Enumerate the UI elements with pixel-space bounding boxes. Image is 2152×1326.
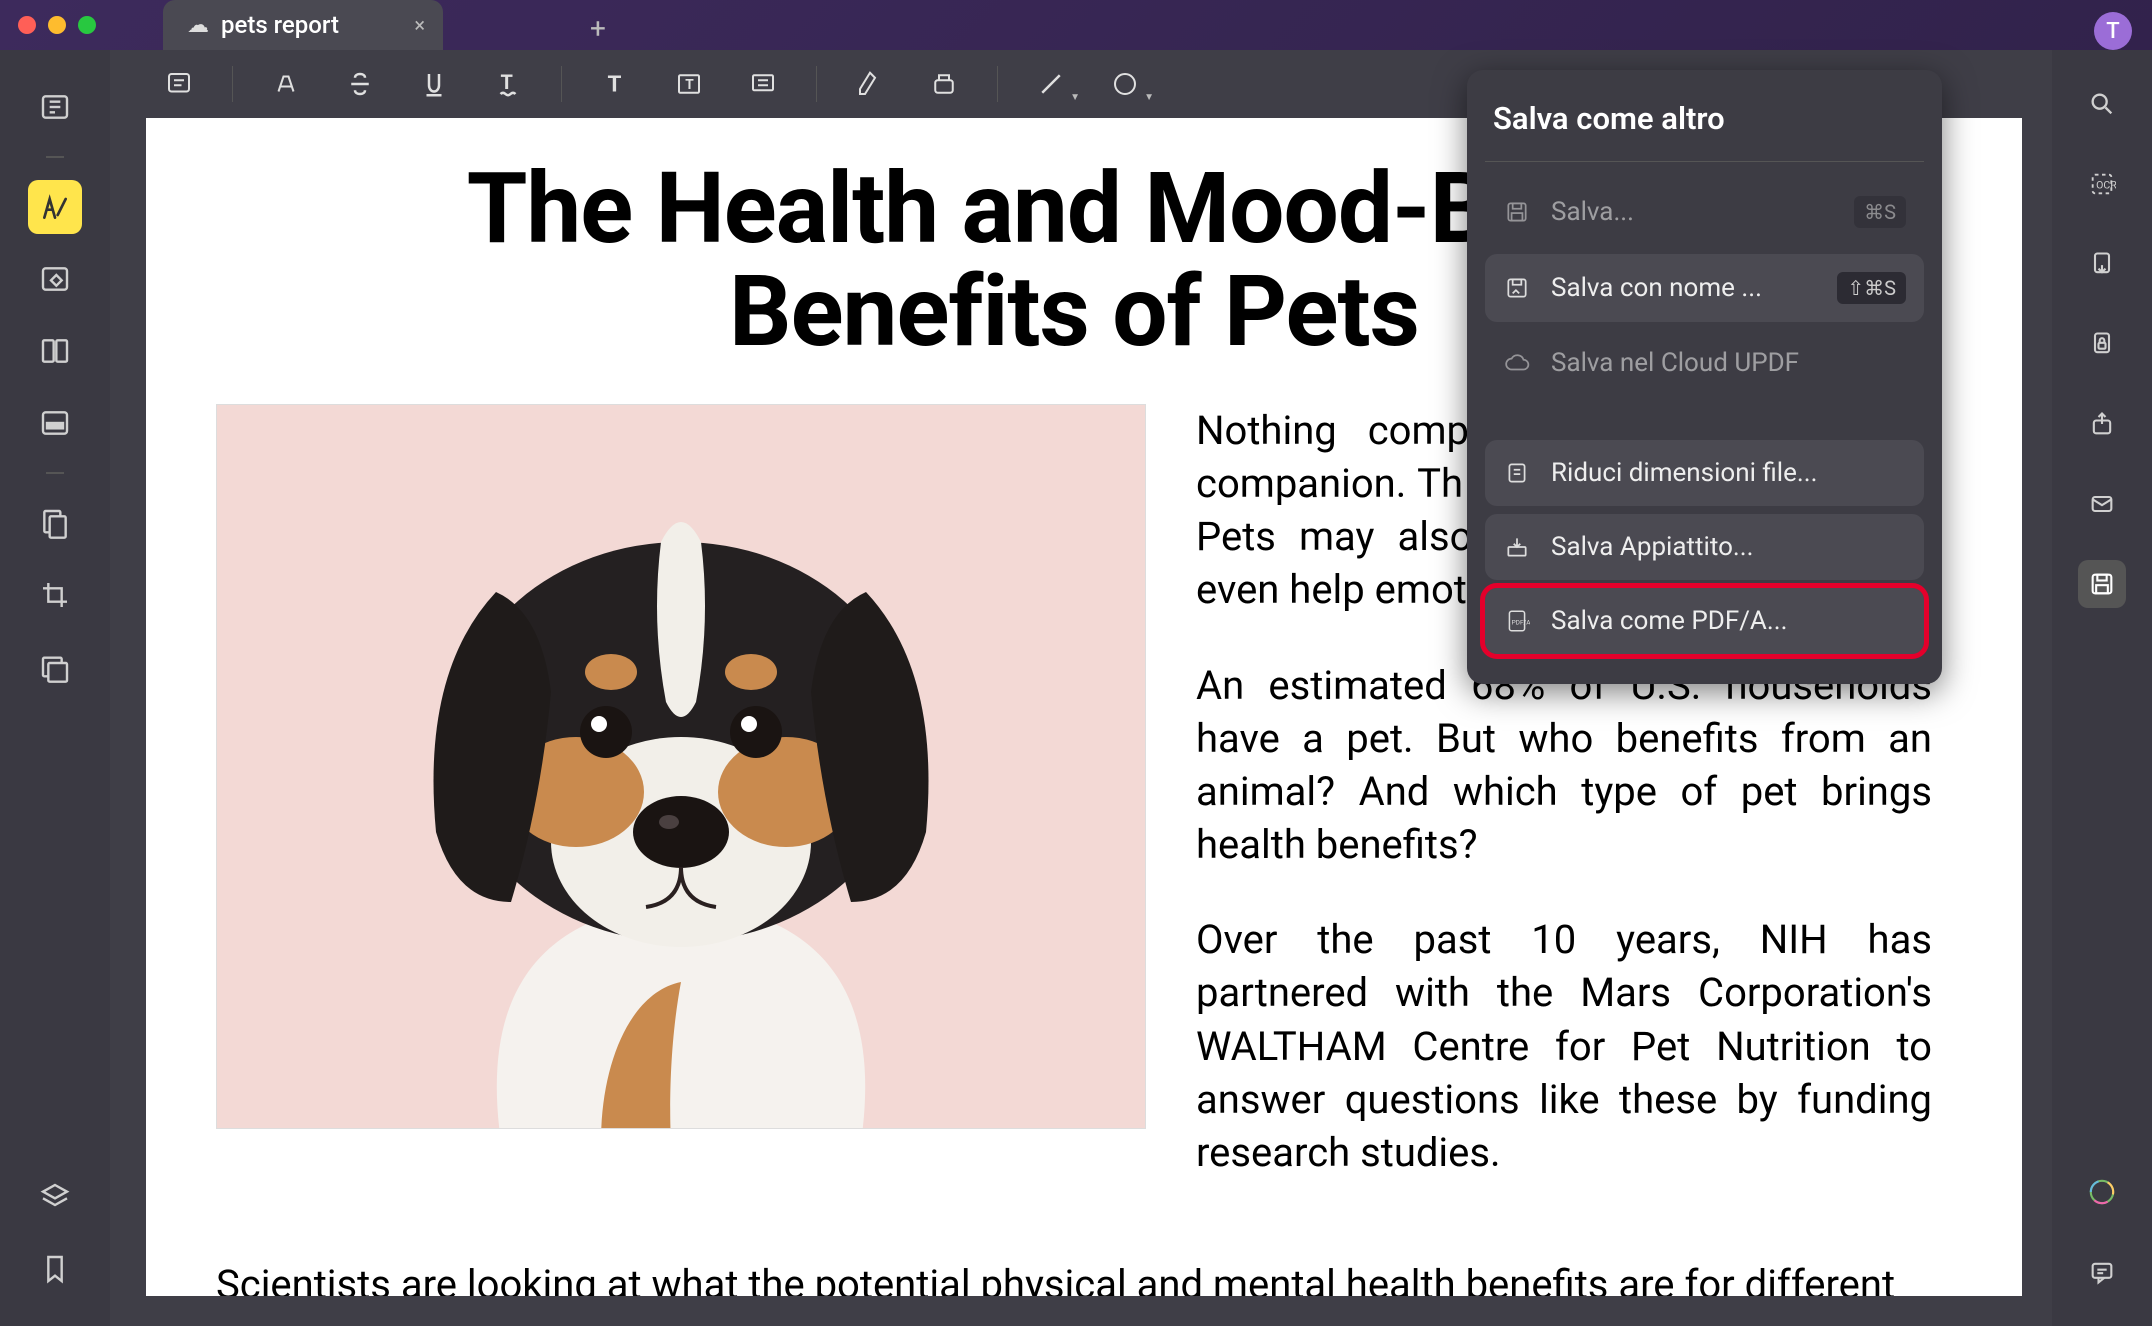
save-as-icon <box>1503 274 1531 302</box>
svg-text:PDF/A: PDF/A <box>1512 618 1530 626</box>
underline-tool-button[interactable] <box>413 63 455 105</box>
menu-item-label: Salva come PDF/A... <box>1551 606 1906 636</box>
tab-title: pets report <box>221 11 339 39</box>
cloud-icon: ☁ <box>187 13 209 38</box>
separator <box>816 66 817 102</box>
menu-item-label: Salva Appiattito... <box>1551 532 1906 562</box>
main-area: T T T ▼ <box>110 50 2052 1326</box>
title-line: Benefits of Pets <box>729 254 1419 369</box>
svg-text:T: T <box>501 70 513 94</box>
dog-illustration-icon <box>301 404 1061 1129</box>
crop-button[interactable] <box>28 568 82 622</box>
text-tool-button[interactable]: T <box>594 63 636 105</box>
close-window-button[interactable] <box>18 16 36 34</box>
close-tab-button[interactable]: × <box>414 13 425 37</box>
pdfa-icon: PDF/A <box>1503 607 1531 635</box>
separator <box>561 66 562 102</box>
reduce-file-size-menu-item[interactable]: Riduci dimensioni file... <box>1485 440 1924 506</box>
chat-button[interactable] <box>2078 1248 2126 1296</box>
pencil-tool-button[interactable] <box>849 63 891 105</box>
keyboard-shortcut: ⌘S <box>1854 196 1906 228</box>
save-icon <box>1503 198 1531 226</box>
separator <box>46 156 64 158</box>
share-button[interactable] <box>2078 400 2126 448</box>
note-tool-button[interactable] <box>158 63 200 105</box>
document-image <box>216 404 1146 1129</box>
menu-item-label: Salva... <box>1551 197 1834 227</box>
titlebar: ☁ pets report × + T <box>0 0 2152 50</box>
dropdown-caret-icon: ▼ <box>1144 92 1154 103</box>
separator <box>232 66 233 102</box>
strikethrough-tool-button[interactable] <box>339 63 381 105</box>
svg-text:T: T <box>608 72 622 98</box>
document-tab[interactable]: ☁ pets report × <box>163 0 443 50</box>
paragraph: Over the past 10 years, NIH has partnere… <box>1196 913 1932 1179</box>
flatten-icon <box>1503 533 1531 561</box>
svg-text:OCR: OCR <box>2096 179 2116 192</box>
save-as-menu-item[interactable]: Salva con nome ... ⇧⌘S <box>1485 254 1924 322</box>
compare-button[interactable] <box>28 640 82 694</box>
export-button[interactable] <box>2078 240 2126 288</box>
search-button[interactable] <box>2078 80 2126 128</box>
edit-pdf-button[interactable] <box>28 252 82 306</box>
save-as-other-button[interactable] <box>2078 560 2126 608</box>
save-as-pdfa-menu-item[interactable]: PDF/A Salva come PDF/A... <box>1485 588 1924 654</box>
cloud-upload-icon <box>1503 349 1531 377</box>
redact-button[interactable] <box>28 396 82 450</box>
reader-mode-button[interactable] <box>28 80 82 134</box>
textbox-tool-button[interactable]: T <box>668 63 710 105</box>
organize-pages-button[interactable] <box>28 324 82 378</box>
compress-icon <box>1503 459 1531 487</box>
menu-item-label: Salva nel Cloud UPDF <box>1551 348 1906 378</box>
menu-item-label: Salva con nome ... <box>1551 273 1817 303</box>
user-avatar[interactable]: T <box>2094 12 2132 50</box>
ocr-button[interactable]: OCR <box>2078 160 2126 208</box>
window-controls <box>18 16 96 34</box>
ai-assistant-button[interactable] <box>2078 1168 2126 1216</box>
paragraph: An estimated 68% of U.S. households have… <box>1196 659 1932 872</box>
svg-text:T: T <box>685 77 694 93</box>
layers-button[interactable] <box>28 1170 82 1224</box>
email-button[interactable] <box>2078 480 2126 528</box>
eraser-tool-button[interactable] <box>923 63 965 105</box>
right-sidebar: OCR <box>2052 50 2152 1326</box>
new-tab-button[interactable]: + <box>590 12 606 45</box>
line-tool-button[interactable]: ▼ <box>1030 63 1072 105</box>
left-sidebar <box>0 50 110 1326</box>
separator <box>1485 161 1924 162</box>
save-menu-item[interactable]: Salva... ⌘S <box>1485 178 1924 246</box>
callout-tool-button[interactable] <box>742 63 784 105</box>
fill-sign-button[interactable] <box>28 496 82 550</box>
paragraph: Scientists are looking at what the poten… <box>216 1261 1932 1296</box>
menu-item-label: Riduci dimensioni file... <box>1551 458 1906 488</box>
squiggly-tool-button[interactable]: T <box>487 63 529 105</box>
save-flattened-menu-item[interactable]: Salva Appiattito... <box>1485 514 1924 580</box>
save-to-cloud-menu-item[interactable]: Salva nel Cloud UPDF <box>1485 330 1924 396</box>
separator <box>997 66 998 102</box>
fullscreen-window-button[interactable] <box>78 16 96 34</box>
comment-annotate-button[interactable] <box>28 180 82 234</box>
keyboard-shortcut: ⇧⌘S <box>1837 272 1906 304</box>
bookmark-button[interactable] <box>28 1242 82 1296</box>
minimize-window-button[interactable] <box>48 16 66 34</box>
highlight-tool-button[interactable] <box>265 63 307 105</box>
workspace: T T T ▼ <box>0 50 2152 1326</box>
shape-tool-button[interactable]: ▼ <box>1104 63 1146 105</box>
separator <box>46 472 64 474</box>
save-as-other-popover: Salva come altro Salva... ⌘S Salva con n… <box>1467 70 1942 684</box>
popover-title: Salva come altro <box>1485 88 1924 161</box>
protect-button[interactable] <box>2078 320 2126 368</box>
dropdown-caret-icon: ▼ <box>1070 92 1080 103</box>
